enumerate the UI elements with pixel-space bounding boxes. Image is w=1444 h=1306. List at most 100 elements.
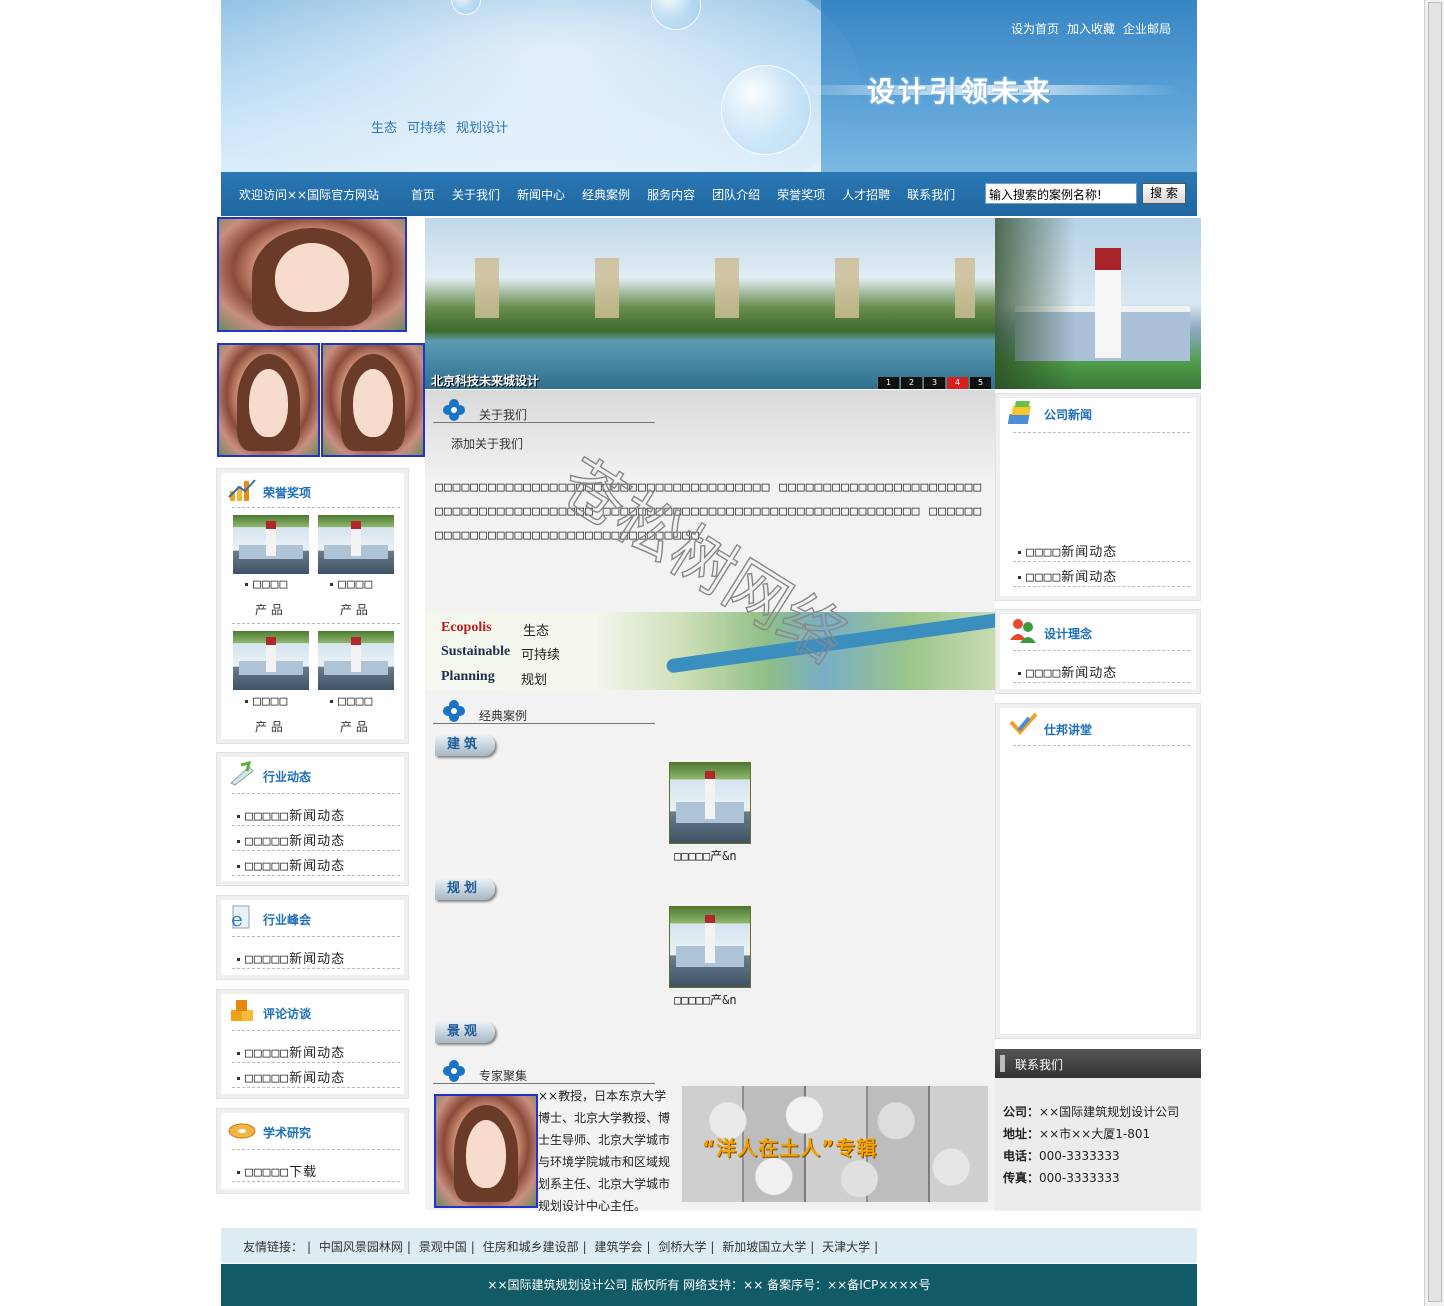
case-caption-planning[interactable]: □□□□□产&n	[674, 991, 737, 1008]
scrollbar-thumb[interactable]	[1428, 2, 1442, 1302]
svg-text:e: e	[231, 907, 243, 930]
portrait-small-2[interactable]	[321, 343, 425, 457]
nav-jobs[interactable]: 人才招聘	[842, 188, 890, 202]
search-input[interactable]: 输入搜索的案例名称!	[985, 183, 1137, 204]
strip-cn-3: 规划	[521, 673, 548, 688]
contact-fax: 传真：000-3333333	[1003, 1171, 1120, 1185]
nav-about[interactable]: 关于我们	[452, 188, 500, 202]
cases-tab-landscape[interactable]: 景观	[435, 1021, 495, 1043]
case-thumb-architecture[interactable]	[669, 762, 751, 844]
strip-cn-2: 可持续	[521, 648, 561, 663]
honor-thumb-3[interactable]	[233, 631, 309, 690]
building-photo[interactable]	[995, 218, 1201, 389]
slide-caption: 北京科技未来城设计	[431, 374, 540, 388]
top-links: 设为首页 加入收藏 企业邮局	[1011, 20, 1179, 37]
case-thumb-planning[interactable]	[669, 906, 751, 988]
nav-contact[interactable]: 联系我们	[907, 188, 955, 202]
set-homepage-link[interactable]: 设为首页	[1011, 22, 1059, 36]
reviews-item-1[interactable]: □□□□□新闻动态	[237, 1042, 345, 1061]
industry-news-item-3[interactable]: □□□□□新闻动态	[237, 855, 345, 874]
flower-icon	[443, 1060, 465, 1082]
expert-bio: ××教授，日本东京大学博士、北京大学教授、博士生导师、北京大学城市与环境学院城市…	[538, 1089, 671, 1213]
link-mohurd[interactable]: 住房和城乡建设部	[483, 1240, 579, 1254]
nav-services[interactable]: 服务内容	[647, 188, 695, 202]
industry-news-item-2[interactable]: □□□□□新闻动态	[237, 830, 345, 849]
nav-menu: 首页 关于我们 新闻中心 经典案例 服务内容 团队介绍 荣誉奖项 人才招聘 联系我们	[411, 186, 972, 203]
header-slogan: 设计引领未来	[867, 75, 1054, 108]
reviews-box: 评论访谈 □□□□□新闻动态 □□□□□新闻动态	[216, 989, 409, 1099]
search-button[interactable]: 搜 索	[1142, 183, 1186, 204]
summit-item-1[interactable]: □□□□□新闻动态	[237, 948, 345, 967]
honor-sub-2: 产 品	[340, 603, 368, 617]
nav-news[interactable]: 新闻中心	[517, 188, 565, 202]
add-favorite-link[interactable]: 加入收藏	[1067, 22, 1115, 36]
company-news-item-2[interactable]: □□□□新闻动态	[1018, 566, 1117, 585]
link-tianjin-univ[interactable]: 天津大学	[822, 1240, 870, 1254]
company-news-item-1[interactable]: □□□□新闻动态	[1018, 541, 1117, 560]
collage-title: “洋人在土人”专辑	[702, 1136, 878, 1160]
link-cambridge[interactable]: 剑桥大学	[658, 1240, 706, 1254]
cases-tab-architecture[interactable]: 建筑	[435, 734, 495, 756]
enterprise-mail-link[interactable]: 企业邮局	[1123, 22, 1171, 36]
header-tags: 生态 可持续 规划设计	[371, 117, 518, 136]
link-architecture-society[interactable]: 建筑学会	[595, 1240, 643, 1254]
header-banner: 设计引领未来 设为首页 加入收藏 企业邮局 生态 可持续 规划设计	[221, 0, 1197, 172]
honor-name-3[interactable]: □□□□	[245, 694, 288, 709]
summit-title: 行业峰会	[263, 913, 312, 927]
expert-portrait[interactable]	[434, 1094, 538, 1208]
about-heading: 关于我们	[433, 393, 655, 423]
strip-word-2: Sustainable	[441, 644, 511, 659]
vertical-scrollbar[interactable]	[1424, 0, 1444, 1306]
foreign-experts-collage[interactable]: “洋人在土人”专辑	[682, 1086, 988, 1202]
hero-slideshow[interactable]: 北京科技未来城设计 12345	[425, 218, 995, 389]
portrait-small-1[interactable]	[217, 343, 320, 457]
friend-links-label: 友情链接：	[243, 1240, 304, 1254]
contact-phone: 电话：000-3333333	[1003, 1149, 1120, 1163]
slide-page-5[interactable]: 5	[969, 377, 991, 389]
cases-tab-planning[interactable]: 规划	[435, 878, 495, 900]
slide-page-4-active[interactable]: 4	[946, 377, 968, 389]
research-box: 学术研究 □□□□□下载	[216, 1108, 409, 1194]
honor-thumb-4[interactable]	[318, 631, 394, 690]
link-nus[interactable]: 新加坡国立大学	[722, 1240, 806, 1254]
research-item-1[interactable]: □□□□□下载	[237, 1161, 317, 1180]
honor-thumb-2[interactable]	[318, 515, 394, 574]
honor-name-2[interactable]: □□□□	[330, 577, 373, 592]
design-concept-item-1[interactable]: □□□□新闻动态	[1018, 662, 1117, 681]
company-news-title: 公司新闻	[1044, 408, 1093, 422]
trophy-chart-icon	[228, 479, 256, 501]
industry-news-item-1[interactable]: □□□□□新闻动态	[237, 805, 345, 824]
honor-thumb-1[interactable]	[233, 515, 309, 574]
about-subtitle: 添加关于我们	[451, 437, 524, 451]
case-caption-architecture[interactable]: □□□□□产&n	[674, 847, 737, 864]
portrait-large[interactable]	[217, 217, 407, 332]
nav-cases[interactable]: 经典案例	[582, 188, 630, 202]
reviews-item-2[interactable]: □□□□□新闻动态	[237, 1067, 345, 1086]
boxes-icon	[231, 1000, 253, 1021]
lecture-box: 仕邦讲堂	[995, 703, 1201, 1039]
friend-links-bar: 友情链接： | 中国风景园林网 | 景观中国 | 住房和城乡建设部 | 建筑学会 | 剑桥…	[221, 1228, 1197, 1263]
strip-word-3: Planning	[441, 669, 495, 684]
honor-sub-1: 产 品	[255, 603, 283, 617]
slide-page-3[interactable]: 3	[923, 377, 945, 389]
link-chla[interactable]: 中国风景园林网	[319, 1240, 403, 1254]
pencil-check-icon	[1009, 712, 1038, 735]
copyright-bar: ××国际建筑规划设计公司 版权所有 网络支持：×× 备案序号：××备ICP×××…	[221, 1264, 1197, 1306]
honor-name-4[interactable]: □□□□	[330, 694, 373, 709]
honor-name-1[interactable]: □□□□	[245, 577, 288, 592]
pen-paper-icon	[230, 761, 254, 786]
contact-address: 地址：××市××大厦1-801	[1003, 1127, 1151, 1141]
nav-home[interactable]: 首页	[411, 188, 435, 202]
slide-page-2[interactable]: 2	[900, 377, 922, 389]
slide-page-1[interactable]: 1	[877, 377, 899, 389]
strip-cn-1: 生态	[523, 624, 550, 639]
link-landscape-china[interactable]: 景观中国	[419, 1240, 467, 1254]
industry-news-title: 行业动态	[263, 770, 312, 784]
ie-document-icon: e	[231, 905, 250, 930]
book-stack-icon	[1008, 401, 1031, 424]
nav-honors[interactable]: 荣誉奖项	[777, 188, 825, 202]
strip-word-1: Ecopolis	[441, 620, 492, 635]
cases-heading: 经典案例	[433, 694, 655, 724]
nav-team[interactable]: 团队介绍	[712, 188, 760, 202]
disc-icon	[228, 1123, 256, 1139]
